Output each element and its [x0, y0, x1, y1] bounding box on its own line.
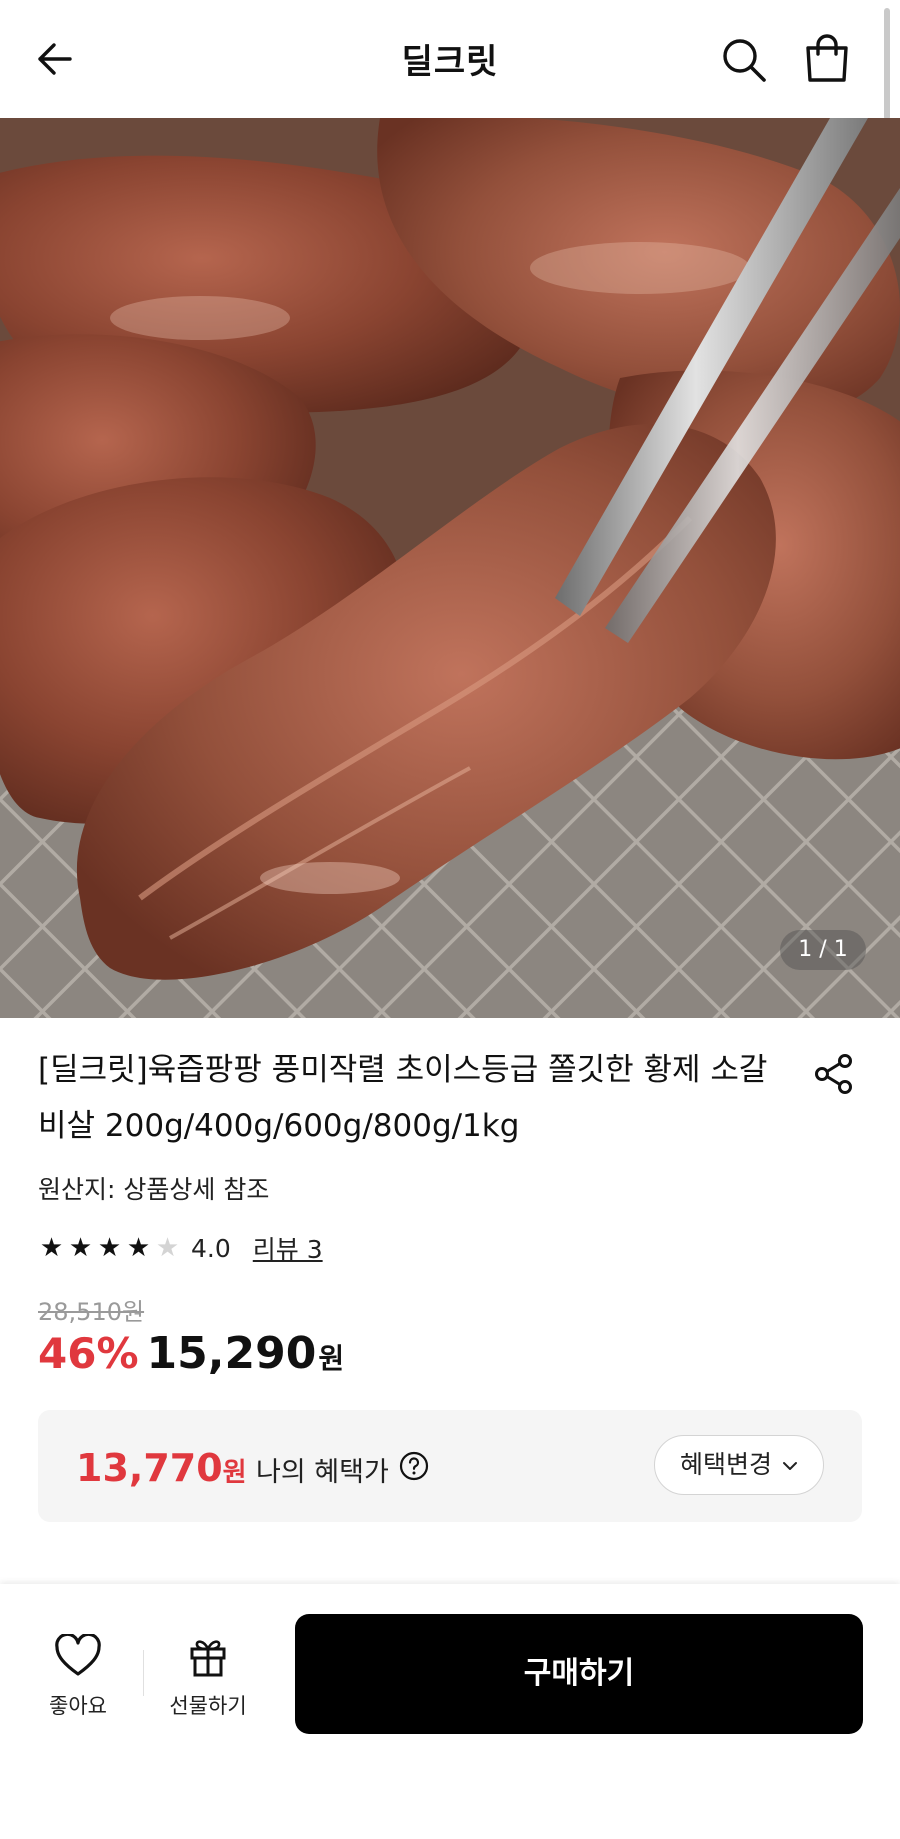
- origin-info: 원산지: 상품상세 참조: [38, 1175, 270, 1204]
- star-icon: ★: [68, 1233, 93, 1263]
- benefit-price: 13,770원: [76, 1446, 247, 1490]
- like-label: 좋아요: [49, 1694, 107, 1718]
- buy-button[interactable]: 구매하기: [295, 1614, 863, 1734]
- star-icon: ★: [97, 1233, 122, 1263]
- rating-value: 4.0: [191, 1233, 231, 1263]
- star-icon: ★: [126, 1233, 151, 1263]
- star-icon: ★: [39, 1233, 64, 1263]
- product-image[interactable]: [0, 118, 900, 1018]
- gift-icon: [190, 1640, 226, 1677]
- change-benefit-button[interactable]: 혜택변경: [654, 1435, 824, 1495]
- divider: [143, 1650, 144, 1696]
- search-icon[interactable]: [718, 34, 770, 86]
- sale-price: 15,290: [146, 1328, 317, 1379]
- bottom-action-bar: 좋아요 선물하기 구매하기: [0, 1584, 900, 1839]
- gift-label: 선물하기: [169, 1694, 247, 1718]
- price-unit: 원: [318, 1342, 345, 1375]
- question-circle-icon[interactable]: [398, 1450, 430, 1482]
- star-empty-icon: ★: [155, 1233, 180, 1263]
- benefit-price-unit: 원: [222, 1458, 247, 1488]
- scrollbar[interactable]: [884, 8, 890, 120]
- benefit-label: 나의 혜택가: [256, 1457, 389, 1488]
- grilled-beef-photo: [0, 118, 900, 1018]
- image-counter: 1 / 1: [780, 930, 866, 970]
- change-benefit-label: 혜택변경: [680, 1450, 773, 1479]
- like-button[interactable]: 좋아요: [38, 1632, 118, 1734]
- rating-row: ★ ★ ★ ★ ★ 4.0 리뷰 3: [38, 1230, 323, 1266]
- chevron-down-icon: [782, 1462, 797, 1470]
- benefit-price-box: 13,770원 나의 혜택가 혜택변경: [38, 1410, 862, 1522]
- price-row: 46% 15,290 원: [38, 1328, 344, 1379]
- benefit-price-value: 13,770: [76, 1446, 223, 1490]
- top-app-bar: 딜크릿: [0, 0, 900, 120]
- discount-rate: 46%: [38, 1329, 139, 1378]
- heart-icon: [55, 1632, 101, 1676]
- product-title: [딜크릿]육즙팡팡 풍미작렬 초이스등급 쫄깃한 황제 소갈비살 200g/40…: [38, 1052, 768, 1144]
- shopping-bag-icon[interactable]: [800, 32, 854, 86]
- review-link[interactable]: 리뷰 3: [253, 1230, 323, 1266]
- star-rating: ★ ★ ★ ★ ★: [38, 1233, 181, 1263]
- gift-button[interactable]: 선물하기: [164, 1634, 252, 1734]
- original-price: 28,510원: [38, 1298, 145, 1326]
- share-icon[interactable]: [812, 1052, 856, 1096]
